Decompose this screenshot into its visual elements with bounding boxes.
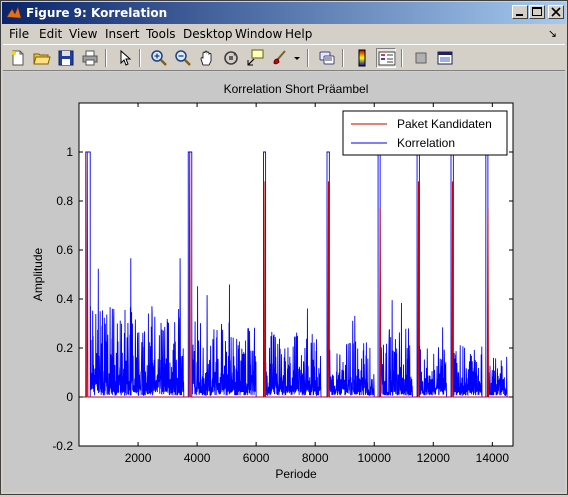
menu-window[interactable]: Window xyxy=(235,27,282,41)
y-tick-label: -0.2 xyxy=(52,439,73,453)
arrow-select-icon xyxy=(120,49,132,66)
menu-file[interactable]: File xyxy=(9,27,29,41)
x-tick-label: 4000 xyxy=(184,451,211,465)
show-plot-tools-button[interactable] xyxy=(435,48,455,68)
toolbar-separator xyxy=(307,49,309,67)
menu-edit[interactable]: Edit xyxy=(39,27,62,41)
maximize-icon xyxy=(532,7,542,16)
x-tick-label: 14000 xyxy=(476,451,510,465)
maximize-button[interactable] xyxy=(529,5,545,19)
colorbar-icon xyxy=(358,49,366,67)
x-tick-label: 6000 xyxy=(243,451,270,465)
x-axis-label: Periode xyxy=(275,467,317,481)
print-button[interactable] xyxy=(80,48,100,68)
brush-dropdown[interactable] xyxy=(292,48,302,68)
link-plot-button[interactable] xyxy=(317,48,337,68)
print-icon xyxy=(82,50,98,66)
insert-colorbar-button[interactable] xyxy=(352,48,372,68)
legend-entry-paket-kandidaten: Paket Kandidaten xyxy=(397,117,492,131)
y-tick-label: 0.6 xyxy=(56,243,73,257)
toolbar-separator xyxy=(105,49,107,67)
new-file-button[interactable] xyxy=(8,48,28,68)
pan-button[interactable] xyxy=(197,48,217,68)
brush-button[interactable] xyxy=(269,48,289,68)
zoom-in-button[interactable] xyxy=(149,48,169,68)
open-folder-icon xyxy=(33,53,51,65)
figure-toolbar xyxy=(3,44,565,71)
matlab-icon xyxy=(6,6,22,19)
y-tick-label: 1 xyxy=(66,145,73,159)
rotate-3d-icon xyxy=(224,51,238,65)
dock-arrow-icon[interactable]: ↘ xyxy=(548,27,557,40)
insert-legend-button[interactable] xyxy=(376,48,396,68)
toolbar-separator xyxy=(401,49,403,67)
x-tick-label: 2000 xyxy=(125,451,152,465)
y-tick-label: 0.4 xyxy=(56,292,73,306)
hide-plot-tools-button[interactable] xyxy=(411,48,431,68)
zoom-out-icon xyxy=(175,50,191,66)
legend-icon xyxy=(378,51,396,66)
rotate-3d-button[interactable] xyxy=(221,48,241,68)
zoom-in-icon xyxy=(151,50,167,66)
figure-canvas[interactable]: 2000 4000 6000 8000 10000 12000 14000 -0.2 0 0.2 0… xyxy=(3,72,565,492)
window-title: Figure 9: Korrelation xyxy=(26,6,168,20)
y-tick-label: 0 xyxy=(66,390,73,404)
brush-icon xyxy=(273,50,286,65)
menu-help[interactable]: Help xyxy=(285,27,312,41)
y-axis-label: Amplitude xyxy=(31,248,45,302)
menu-desktop[interactable]: Desktop xyxy=(183,27,233,41)
minimize-icon xyxy=(516,14,523,16)
toolbar-separator xyxy=(139,49,141,67)
save-button[interactable] xyxy=(56,48,76,68)
data-cursor-button[interactable] xyxy=(245,48,265,68)
y-tick-label: 0.8 xyxy=(56,194,73,208)
hide-plot-tools-icon xyxy=(415,52,427,64)
menu-tools[interactable]: Tools xyxy=(146,27,176,41)
close-icon xyxy=(551,7,561,17)
menu-view[interactable]: View xyxy=(69,27,97,41)
data-cursor-icon xyxy=(247,49,264,66)
pan-hand-icon xyxy=(200,50,212,66)
legend[interactable]: Paket Kandidaten Korrelation xyxy=(342,110,508,156)
save-icon xyxy=(58,50,74,66)
open-file-button[interactable] xyxy=(32,48,52,68)
x-tick-label: 10000 xyxy=(358,451,392,465)
menu-bar: File Edit View Insert Tools Desktop Wind… xyxy=(3,25,565,43)
toolbar-separator xyxy=(342,49,344,67)
plot-svg[interactable]: 2000 4000 6000 8000 10000 12000 14000 -0.2 0 0.2 0… xyxy=(3,72,565,492)
minimize-button[interactable] xyxy=(512,5,528,19)
chart-title: Korrelation Short Präambel xyxy=(224,82,369,96)
close-button[interactable] xyxy=(548,5,564,19)
title-bar[interactable]: Figure 9: Korrelation xyxy=(2,2,566,24)
show-plot-tools-icon xyxy=(437,51,453,65)
x-tick-label: 8000 xyxy=(302,451,329,465)
legend-entry-korrelation: Korrelation xyxy=(397,136,455,150)
zoom-out-button[interactable] xyxy=(173,48,193,68)
link-icon xyxy=(319,51,335,65)
menu-insert[interactable]: Insert xyxy=(105,27,139,41)
new-file-icon xyxy=(12,50,24,66)
edit-plot-button[interactable] xyxy=(115,48,135,68)
y-tick-label: 0.2 xyxy=(56,341,73,355)
chevron-down-icon xyxy=(294,57,300,60)
figure-window: Figure 9: Korrelation File Edit View Ins… xyxy=(0,0,568,495)
x-tick-label: 12000 xyxy=(417,451,451,465)
